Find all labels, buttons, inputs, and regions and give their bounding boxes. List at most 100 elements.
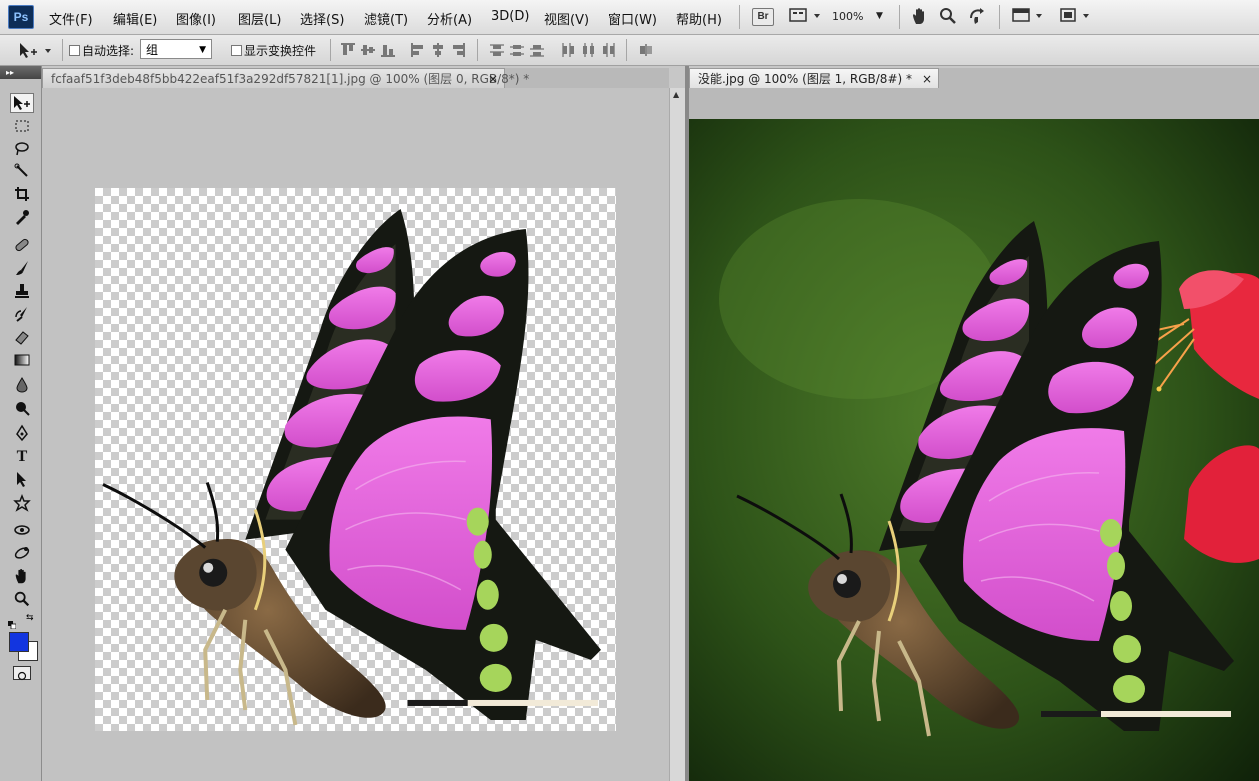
align-right-icon[interactable]	[450, 42, 466, 58]
extras-dropdown[interactable]	[787, 6, 825, 28]
menu-image[interactable]: 图像(I)	[176, 9, 216, 28]
menu-edit[interactable]: 编辑(E)	[113, 9, 157, 28]
auto-select-value: 组	[146, 43, 159, 57]
move-tool-icon	[20, 43, 51, 58]
swap-colors-icon[interactable]: ⇆	[26, 613, 36, 623]
default-colors-icon[interactable]	[8, 614, 17, 630]
3d-rotate-tool[interactable]	[10, 521, 34, 541]
chevron-down-icon: ▼	[876, 11, 883, 21]
blur-tool[interactable]	[10, 376, 34, 396]
dodge-tool[interactable]	[10, 399, 34, 419]
hand-icon[interactable]	[908, 6, 932, 28]
butterfly-layer	[95, 188, 616, 731]
3d-orbit-icon	[14, 547, 30, 559]
align-horizontal-center-icon[interactable]	[430, 42, 446, 58]
zoom-icon[interactable]	[936, 6, 960, 28]
crop-icon	[15, 187, 29, 201]
menu-filter[interactable]: 滤镜(T)	[364, 9, 408, 28]
canvas-transparent[interactable]	[95, 188, 616, 731]
lasso-icon	[15, 142, 29, 156]
photoshop-logo: Ps	[8, 5, 34, 29]
menu-view[interactable]: 视图(V)	[544, 9, 589, 28]
distribute-bottom-icon[interactable]	[529, 42, 545, 58]
eraser-tool[interactable]	[10, 328, 34, 348]
zoom-level-value: 100%	[832, 10, 864, 23]
document-tab-2[interactable]: 没能.jpg @ 100% (图层 1, RGB/8#) * ×	[689, 68, 939, 88]
tools-panel-header[interactable]: ▸▸	[0, 66, 41, 79]
menu-help[interactable]: 帮助(H)	[676, 9, 722, 28]
crop-tool[interactable]	[10, 185, 34, 205]
arrange-documents-icon[interactable]	[1011, 6, 1047, 28]
show-transform-checkbox[interactable]	[231, 45, 242, 56]
menu-3d[interactable]: 3D(D)	[491, 9, 529, 24]
zoom-tool[interactable]	[10, 590, 34, 610]
align-left-icon[interactable]	[410, 42, 426, 58]
path-selection-icon	[17, 472, 26, 487]
foreground-color-swatch[interactable]	[9, 632, 29, 652]
shape-tool[interactable]	[10, 493, 34, 514]
align-top-icon[interactable]	[340, 42, 356, 58]
healing-brush-tool[interactable]	[10, 236, 34, 256]
lasso-tool[interactable]	[10, 140, 34, 160]
move-tool[interactable]	[10, 93, 34, 113]
menu-select[interactable]: 选择(S)	[300, 9, 344, 28]
options-separator	[62, 39, 63, 61]
document-tab-title: fcfaaf51f3deb48f5bb422eaf51f3a292df57821…	[51, 72, 530, 86]
auto-select-dropdown[interactable]: 组 ▼	[140, 39, 212, 59]
quick-selection-tool[interactable]	[10, 162, 34, 182]
composite-image	[689, 119, 1259, 781]
document-tab-1[interactable]: fcfaaf51f3deb48f5bb422eaf51f3a292df57821…	[42, 68, 529, 89]
document-window-1: fcfaaf51f3deb48f5bb422eaf51f3a292df57821…	[42, 68, 669, 781]
auto-align-layers-icon[interactable]	[638, 42, 654, 58]
marquee-icon	[15, 120, 29, 132]
brush-tool[interactable]	[10, 259, 34, 279]
gradient-tool[interactable]	[10, 351, 34, 371]
history-brush-icon	[15, 307, 27, 322]
brush-icon	[16, 261, 28, 275]
type-tool[interactable]: T	[10, 447, 34, 467]
align-bottom-icon[interactable]	[380, 42, 396, 58]
history-brush-tool[interactable]	[10, 305, 34, 325]
tool-preset-picker[interactable]	[14, 40, 54, 60]
gradient-icon	[14, 354, 30, 366]
menu-file[interactable]: 文件(F)	[49, 9, 93, 28]
marquee-tool[interactable]	[10, 117, 34, 137]
menu-layer[interactable]: 图层(L)	[238, 9, 281, 28]
close-icon[interactable]: ×	[922, 69, 932, 89]
menu-bar: Ps 文件(F) 编辑(E) 图像(I) 图层(L) 选择(S) 滤镜(T) 分…	[0, 0, 1259, 35]
bridge-button[interactable]: Br	[752, 8, 774, 26]
menu-analysis[interactable]: 分析(A)	[427, 9, 472, 28]
menu-separator	[899, 5, 900, 29]
distribute-vertical-center-icon[interactable]	[509, 42, 525, 58]
3d-orbit-tool[interactable]	[10, 544, 34, 564]
distribute-left-icon[interactable]	[560, 42, 576, 58]
auto-select-label: 自动选择:	[82, 44, 135, 58]
screen-mode-icon[interactable]	[1058, 6, 1094, 28]
scroll-up-icon[interactable]: ▲	[673, 90, 679, 99]
hand-icon	[15, 569, 26, 584]
canvas-photo[interactable]	[689, 119, 1259, 781]
quick-mask-button[interactable]	[13, 666, 31, 681]
menu-separator	[739, 5, 740, 29]
zoom-icon	[14, 591, 30, 607]
hand-tool[interactable]	[10, 567, 34, 587]
distribute-top-icon[interactable]	[489, 42, 505, 58]
auto-select-checkbox[interactable]	[69, 45, 80, 56]
path-selection-tool[interactable]	[10, 470, 34, 490]
move-tool-icon	[14, 96, 30, 110]
distribute-right-icon[interactable]	[600, 42, 616, 58]
quick-mask-icon	[17, 671, 27, 681]
distribute-horizontal-center-icon[interactable]	[580, 42, 596, 58]
droplet-icon	[16, 377, 28, 393]
rotate-view-icon[interactable]	[965, 6, 989, 28]
bandage-icon	[15, 238, 29, 252]
close-icon[interactable]: ×	[488, 69, 498, 89]
clone-stamp-tool[interactable]	[10, 282, 34, 302]
menu-window[interactable]: 窗口(W)	[608, 9, 657, 28]
vertical-scrollbar[interactable]: ▲	[669, 88, 686, 781]
eyedropper-tool[interactable]	[10, 208, 34, 228]
show-transform-label: 显示变换控件	[244, 44, 317, 58]
pen-tool[interactable]	[10, 424, 34, 444]
align-vertical-center-icon[interactable]	[360, 42, 376, 58]
zoom-level-dropdown[interactable]: 100% ▼	[832, 7, 890, 26]
